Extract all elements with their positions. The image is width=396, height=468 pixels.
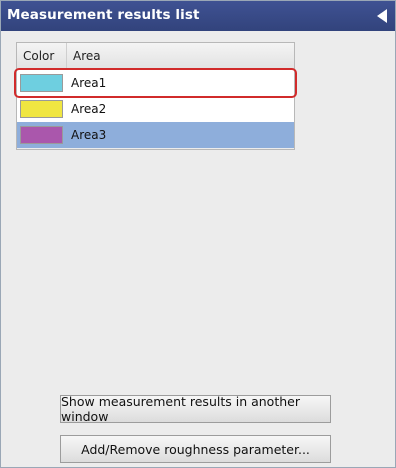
panel-title: Measurement results list — [7, 7, 200, 23]
area-name: Area2 — [71, 102, 107, 116]
area-name: Area1 — [71, 76, 107, 90]
panel-titlebar: Measurement results list — [1, 1, 395, 31]
triangle-left-icon — [377, 9, 387, 23]
color-swatch — [20, 126, 63, 144]
table-row-area2[interactable]: Area2 — [17, 96, 294, 122]
column-header-area[interactable]: Area — [67, 43, 294, 69]
color-swatch — [20, 74, 63, 92]
column-header-color[interactable]: Color — [17, 43, 67, 69]
table-row-area3[interactable]: Area3 — [17, 122, 294, 148]
color-cell — [17, 70, 67, 96]
color-cell — [17, 122, 67, 148]
table-header: Color Area — [17, 43, 294, 70]
table-row-area1[interactable]: Area1 — [17, 70, 294, 96]
collapse-panel-button[interactable] — [371, 4, 393, 28]
area-table: Color Area Area1 Area2 Area3 — [16, 42, 295, 150]
color-swatch — [20, 100, 63, 118]
show-results-window-button[interactable]: Show measurement results in another wind… — [60, 394, 331, 424]
color-cell — [17, 96, 67, 122]
measurement-results-panel: Measurement results list Color Area Area… — [0, 0, 396, 468]
area-name: Area3 — [71, 128, 107, 142]
add-remove-roughness-button[interactable]: Add/Remove roughness parameter... — [60, 435, 331, 463]
